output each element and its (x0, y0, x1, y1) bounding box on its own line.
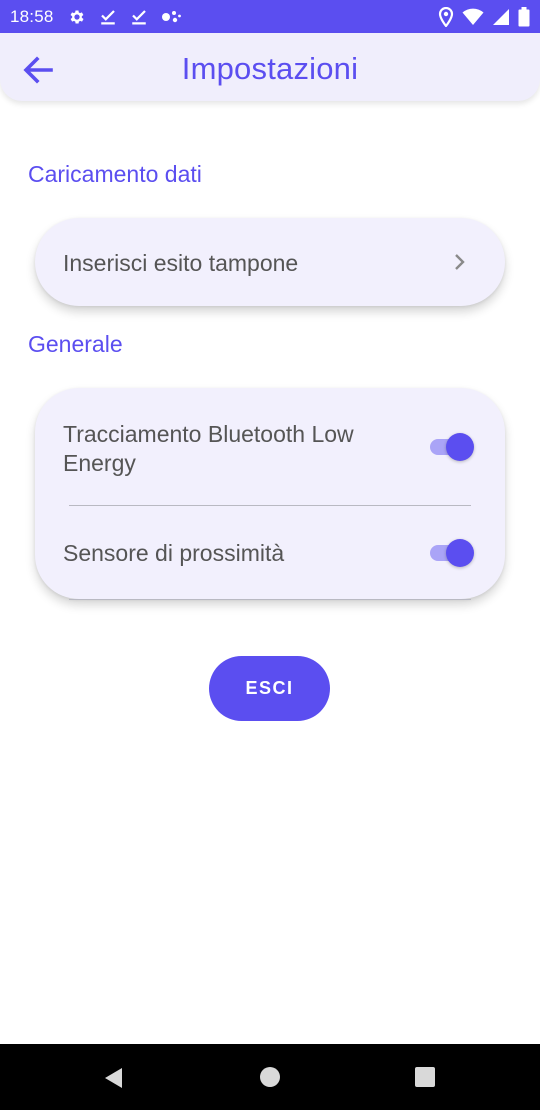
status-bar: 18:58 (0, 0, 540, 33)
navigation-bar (0, 1044, 540, 1110)
dots-icon (161, 8, 181, 26)
section-label-caricamento-dati: Caricamento dati (28, 161, 202, 187)
row-label-sensore-prossimita: Sensore di prossimità (63, 540, 285, 566)
app-bar: Impostazioni (0, 33, 540, 101)
page-title: Impostazioni (181, 51, 359, 86)
chevron-right-icon (453, 251, 467, 278)
download-done-icon (99, 8, 117, 26)
card-generale: Tracciamento Bluetooth Low Energy Sensor… (35, 388, 505, 599)
download-done-icon (130, 8, 148, 26)
status-icons-left (68, 8, 181, 26)
signal-icon (492, 8, 510, 26)
divider (69, 505, 471, 506)
recents-square-icon[interactable] (415, 1067, 435, 1092)
card-inserisci-esito-tampone[interactable]: Inserisci esito tampone (35, 218, 505, 306)
status-icons-right (438, 6, 530, 27)
row-label-tracciamento-bluetooth: Tracciamento Bluetooth Low Energy (63, 421, 354, 476)
gear-icon (68, 8, 86, 26)
toggle-tracciamento-bluetooth[interactable] (428, 432, 474, 462)
toggle-sensore-prossimita[interactable] (428, 538, 474, 568)
section-label-generale: Generale (28, 331, 123, 357)
toggle-thumb (446, 433, 474, 461)
toggle-thumb (446, 539, 474, 567)
location-icon (438, 6, 454, 27)
esci-button[interactable]: ESCI (209, 656, 330, 721)
home-circle-icon[interactable] (259, 1066, 281, 1093)
status-time: 18:58 (10, 6, 54, 26)
row-label-inserisci-esito-tampone: Inserisci esito tampone (63, 250, 299, 276)
back-triangle-icon[interactable] (102, 1066, 124, 1095)
battery-icon (518, 6, 530, 27)
wifi-icon (462, 8, 484, 26)
divider (69, 599, 471, 600)
